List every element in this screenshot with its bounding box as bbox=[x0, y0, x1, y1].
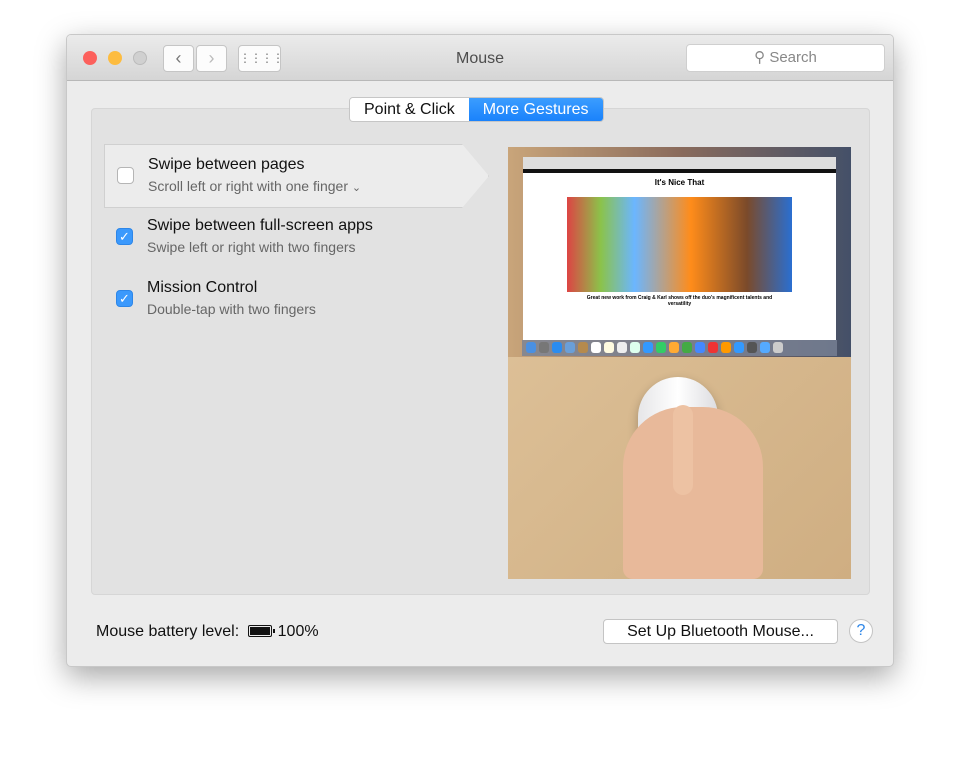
help-button[interactable]: ? bbox=[849, 619, 873, 643]
preview-site-title: It's Nice That bbox=[654, 178, 705, 187]
checkbox-swipe-apps[interactable]: ✓ bbox=[116, 228, 133, 245]
preview-artwork bbox=[567, 197, 792, 292]
battery-label: Mouse battery level: bbox=[96, 623, 240, 640]
setup-bluetooth-mouse-button[interactable]: Set Up Bluetooth Mouse... bbox=[603, 619, 838, 644]
preview-headline: Great new work from Craig & Karl shows o… bbox=[586, 295, 773, 307]
mouse-preferences-window: ‹ › ⋮⋮⋮⋮ Mouse ⚲ Search Point & Click Mo… bbox=[66, 34, 894, 667]
chevron-down-icon: ⌄ bbox=[351, 182, 362, 194]
checkbox-swipe-pages[interactable] bbox=[117, 167, 134, 184]
preview-browser: It's Nice That Great new work from Craig… bbox=[523, 157, 836, 340]
gesture-label: Mission Control bbox=[147, 279, 258, 296]
gesture-swipe-apps[interactable]: ✓ Swipe between full-screen apps Swipe l… bbox=[104, 206, 489, 270]
tab-more-gestures[interactable]: More Gestures bbox=[468, 98, 603, 121]
gesture-label: Swipe between full-screen apps bbox=[147, 217, 373, 234]
gesture-mission-control[interactable]: ✓ Mission Control Double-tap with two fi… bbox=[104, 268, 489, 332]
gesture-detail: Scroll left or right with one finger bbox=[148, 178, 348, 194]
tab-point-click[interactable]: Point & Click bbox=[350, 98, 469, 121]
gesture-swipe-pages[interactable]: Swipe between pages Scroll left or right… bbox=[104, 144, 489, 208]
gesture-detail: Swipe left or right with two fingers bbox=[147, 239, 356, 255]
gesture-preview-video: It's Nice That Great new work from Craig… bbox=[508, 147, 851, 579]
checkbox-mission-control[interactable]: ✓ bbox=[116, 290, 133, 307]
gesture-label: Swipe between pages bbox=[148, 156, 305, 173]
finger-image bbox=[673, 405, 693, 495]
battery-status: Mouse battery level: 100% bbox=[96, 623, 319, 641]
search-placeholder: Search bbox=[769, 49, 817, 66]
gesture-detail: Double-tap with two fingers bbox=[147, 301, 316, 317]
search-input[interactable]: ⚲ Search bbox=[686, 44, 885, 72]
tab-bar: Point & Click More Gestures bbox=[349, 97, 604, 122]
preview-screen: It's Nice That Great new work from Craig… bbox=[508, 147, 851, 357]
battery-level: 100% bbox=[277, 623, 319, 640]
hand-image bbox=[623, 407, 763, 579]
title-bar: ‹ › ⋮⋮⋮⋮ Mouse ⚲ Search bbox=[67, 35, 893, 81]
search-icon: ⚲ bbox=[754, 49, 766, 66]
preview-desk bbox=[508, 357, 851, 579]
preview-dock bbox=[522, 340, 837, 356]
gesture-detail-dropdown[interactable]: Scroll left or right with one finger ⌄ bbox=[148, 178, 361, 194]
battery-icon bbox=[247, 625, 275, 637]
